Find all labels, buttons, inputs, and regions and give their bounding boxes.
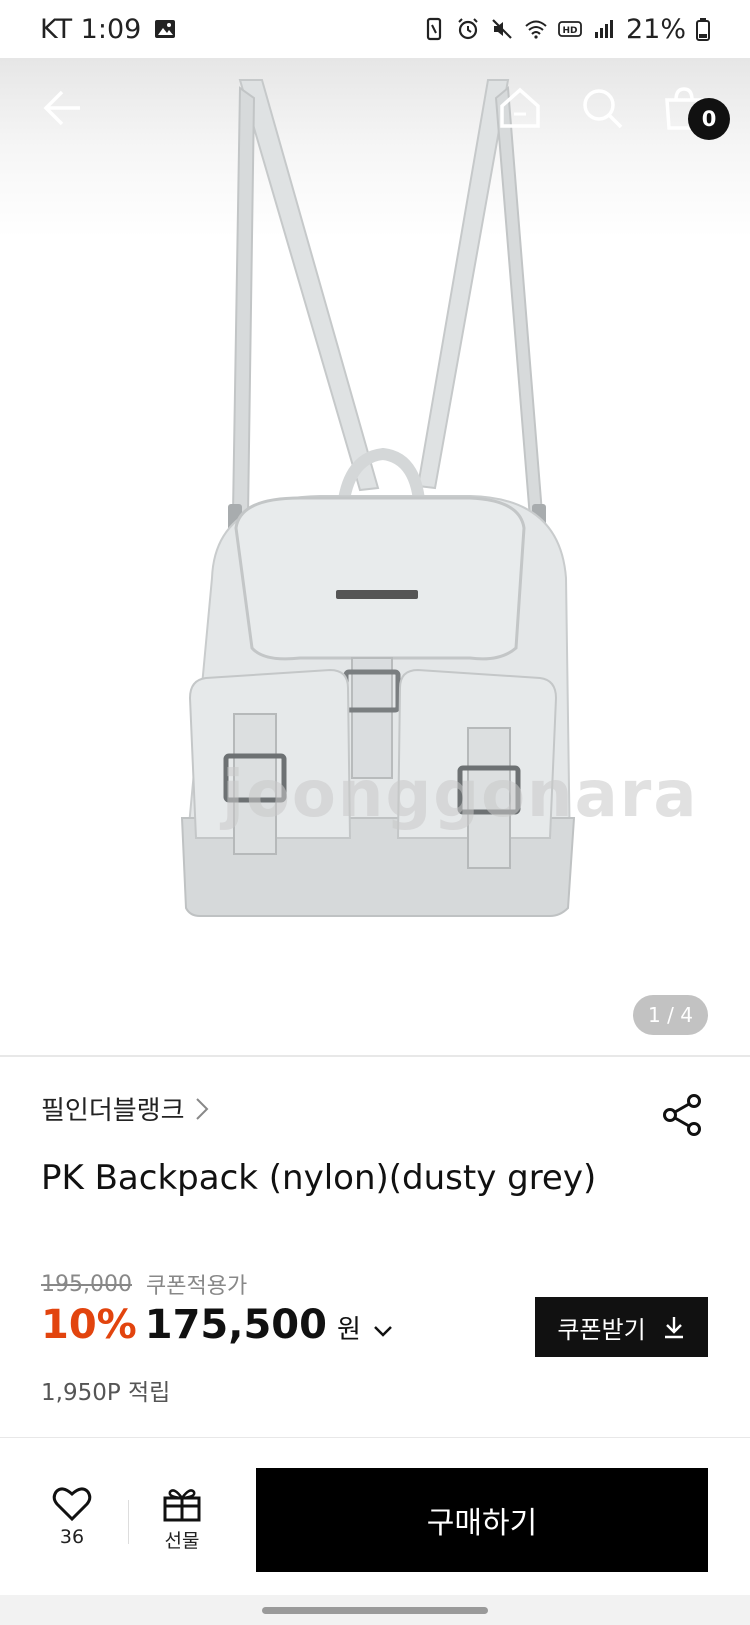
sale-price: 175,500 (144, 1302, 327, 1348)
price-row[interactable]: 10% 175,500 원 (41, 1302, 393, 1348)
image-pager: 1 / 4 (633, 995, 708, 1035)
status-bar: KT 1:09 HD 21% (0, 0, 750, 58)
back-button[interactable] (32, 78, 92, 138)
back-arrow-icon (43, 90, 80, 126)
gift-label: 선물 (164, 1530, 200, 1552)
like-button[interactable]: 36 (52, 1486, 92, 1548)
discount-rate: 10% (41, 1302, 137, 1348)
coupon-price-note: 쿠폰적용가 (145, 1274, 248, 1299)
product-image-gallery[interactable]: joonggonara (0, 58, 750, 1055)
wifi-icon (525, 20, 547, 39)
home-icon (500, 87, 540, 128)
svg-text:HD: HD (562, 26, 577, 36)
cart-count-badge: 0 (688, 98, 730, 140)
original-price-row: 195,000 쿠폰적용가 (41, 1268, 247, 1300)
download-icon (664, 1317, 683, 1339)
search-icon (583, 89, 623, 129)
search-button[interactable] (572, 78, 632, 138)
brand-name: 필인더블랭크 (41, 1096, 185, 1126)
alarm-icon (458, 18, 478, 40)
currency-label: 원 (336, 1315, 361, 1345)
buy-button[interactable]: 구매하기 (256, 1468, 708, 1572)
heart-icon (52, 1487, 92, 1522)
home-gesture-handle[interactable] (262, 1607, 488, 1614)
chevron-down-icon (373, 1326, 392, 1337)
nfc-icon (426, 17, 442, 41)
home-button[interactable] (490, 78, 550, 138)
brand-link[interactable]: 필인더블랭크 (41, 1090, 209, 1127)
like-count: 36 (59, 1526, 85, 1548)
get-coupon-label: 쿠폰받기 (557, 1315, 646, 1344)
divider (0, 1055, 750, 1057)
chevron-right-icon (195, 1097, 208, 1120)
get-coupon-button[interactable]: 쿠폰받기 (535, 1297, 708, 1357)
share-icon (663, 1094, 701, 1136)
share-button[interactable] (660, 1092, 706, 1138)
gallery-notification-icon (155, 20, 176, 38)
status-time: KT 1:09 (40, 13, 142, 45)
original-price: 195,000 (41, 1271, 132, 1297)
reward-points: 1,950P 적립 (41, 1380, 171, 1406)
hd-icon: HD (558, 21, 582, 37)
gift-icon (163, 1489, 201, 1522)
product-image-backpack (180, 79, 576, 917)
top-navigation (0, 58, 750, 158)
battery-icon (696, 18, 710, 41)
signal-icon (594, 20, 613, 38)
battery-percent: 21% (625, 13, 686, 45)
divider (128, 1500, 129, 1544)
gift-button[interactable]: 선물 (162, 1486, 202, 1553)
product-title: PK Backpack (nylon)(dusty grey) (41, 1158, 597, 1198)
mute-icon (492, 19, 512, 39)
